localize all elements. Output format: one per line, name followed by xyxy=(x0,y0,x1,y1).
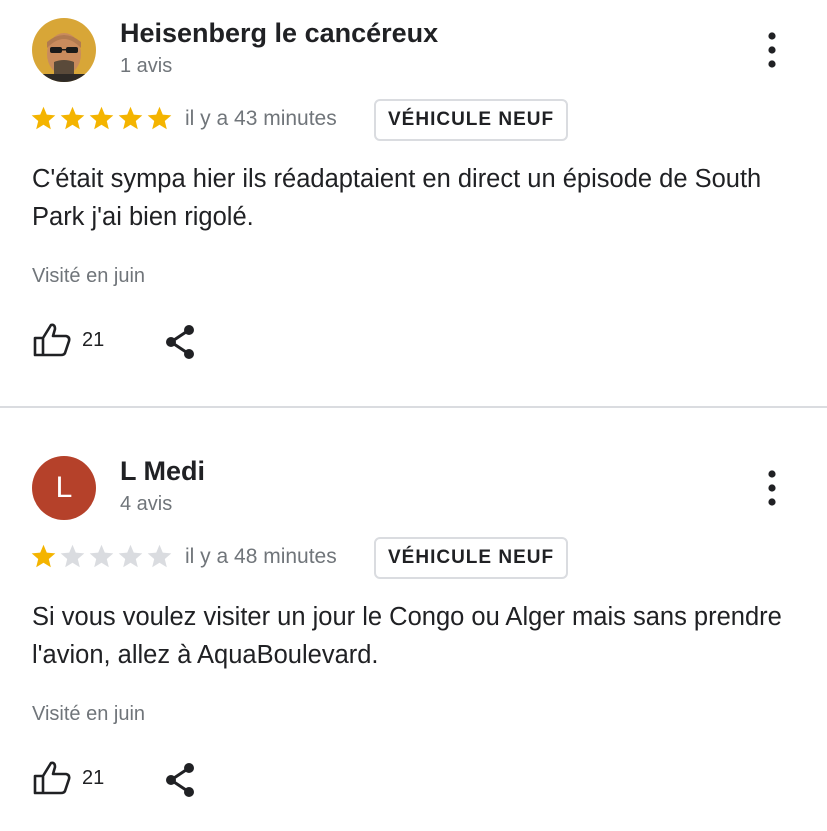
review-text: C'était sympa hier ils réadaptaient en d… xyxy=(32,165,762,231)
like-button[interactable]: 21 xyxy=(32,760,104,796)
author-name[interactable]: L Medi xyxy=(120,456,205,487)
purchase-badge: VÉHICULE NEUF xyxy=(374,99,569,141)
like-button[interactable]: 21 xyxy=(32,322,104,358)
share-icon xyxy=(166,763,194,797)
star-rating xyxy=(30,105,173,132)
portrait-avatar-image xyxy=(32,18,96,82)
thumbs-up-icon xyxy=(33,323,71,357)
star-empty-icon xyxy=(60,544,85,568)
more-options-button[interactable] xyxy=(760,468,784,508)
visited-date: Visité en juin xyxy=(32,703,146,725)
star-filled-icon xyxy=(31,106,56,130)
more-vert-icon xyxy=(768,470,776,506)
star-filled-icon xyxy=(60,106,85,130)
thumbs-up-icon xyxy=(33,761,71,795)
review-card: Heisenberg le cancéreux 1 avis il y a 43… xyxy=(0,0,827,406)
share-button[interactable] xyxy=(162,762,198,798)
avatar[interactable] xyxy=(32,18,96,82)
more-vert-icon xyxy=(768,32,776,68)
review-count: 1 avis xyxy=(120,55,173,77)
share-button[interactable] xyxy=(162,324,198,360)
star-filled-icon xyxy=(147,106,172,130)
review-time: il y a 43 minutes xyxy=(185,107,337,130)
star-filled-icon xyxy=(118,106,143,130)
star-empty-icon xyxy=(118,544,143,568)
star-empty-icon xyxy=(147,544,172,568)
author-name[interactable]: Heisenberg le cancéreux xyxy=(120,18,438,49)
review-text: Si vous voulez visiter un jour le Congo … xyxy=(32,603,782,669)
avatar-letter: L xyxy=(55,471,73,504)
more-options-button[interactable] xyxy=(760,30,784,70)
review-time: il y a 48 minutes xyxy=(185,545,337,568)
purchase-badge: VÉHICULE NEUF xyxy=(374,537,569,579)
visited-date: Visité en juin xyxy=(32,265,146,287)
like-count: 21 xyxy=(82,328,105,351)
review-card: L L Medi 4 avis il y a 48 minutes VÉHICU… xyxy=(0,408,827,831)
review-count: 4 avis xyxy=(120,493,173,515)
star-empty-icon xyxy=(89,544,114,568)
avatar[interactable]: L xyxy=(32,456,96,520)
star-filled-icon xyxy=(89,106,114,130)
like-count: 21 xyxy=(82,766,105,789)
star-filled-icon xyxy=(31,544,56,568)
share-icon xyxy=(166,325,194,359)
star-rating xyxy=(30,543,173,570)
